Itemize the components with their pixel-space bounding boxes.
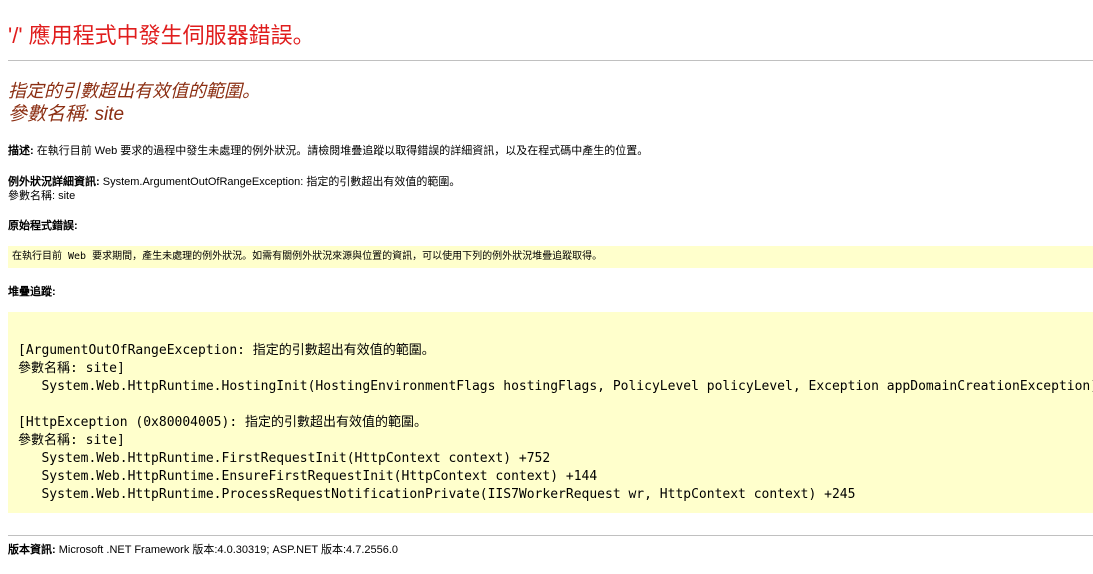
version-info-text: Microsoft .NET Framework 版本:4.0.30319; A… xyxy=(55,544,399,556)
description-label: 描述: xyxy=(8,145,34,157)
exception-details-section: 例外狀況詳細資訊: System.ArgumentOutOfRangeExcep… xyxy=(8,175,460,203)
page-title: '/' 應用程式中發生伺服器錯誤。 xyxy=(8,23,315,48)
error-param-name: 參數名稱: site xyxy=(8,104,125,125)
stack-trace-line: 參數名稱: site] xyxy=(18,361,125,376)
stack-trace-line: System.Web.HttpRuntime.HostingInit(Hosti… xyxy=(18,379,1093,394)
divider-bottom xyxy=(8,535,1093,536)
version-info-section: 版本資訊: Microsoft .NET Framework 版本:4.0.30… xyxy=(8,543,398,557)
stack-trace-line: System.Web.HttpRuntime.FirstRequestInit(… xyxy=(18,451,551,466)
error-message: 指定的引數超出有效值的範圍。 參數名稱: site xyxy=(8,79,260,127)
stack-trace-line: [ArgumentOutOfRangeException: 指定的引數超出有效值… xyxy=(18,343,435,358)
description-text: 在執行目前 Web 要求的過程中發生未處理的例外狀況。請檢閱堆疊追蹤以取得錯誤的… xyxy=(33,145,649,157)
exception-details-param: 參數名稱: site xyxy=(8,190,76,202)
source-error-section: 原始程式錯誤: xyxy=(8,219,78,233)
description-section: 描述: 在執行目前 Web 要求的過程中發生未處理的例外狀況。請檢閱堆疊追蹤以取… xyxy=(8,144,648,158)
source-error-box: 在執行目前 Web 要求期間，產生未處理的例外狀況。如需有關例外狀況來源與位置的… xyxy=(8,246,1093,268)
stack-trace-line: 參數名稱: site] xyxy=(18,433,125,448)
stack-trace-line: System.Web.HttpRuntime.EnsureFirstReques… xyxy=(18,469,598,484)
version-info-label: 版本資訊: xyxy=(8,544,56,556)
exception-details-text: System.ArgumentOutOfRangeException: 指定的引… xyxy=(99,176,461,188)
stack-trace-section: 堆疊追蹤: xyxy=(8,285,56,299)
exception-details-label: 例外狀況詳細資訊: xyxy=(8,176,100,188)
stack-trace-box: [ArgumentOutOfRangeException: 指定的引數超出有效值… xyxy=(8,312,1093,513)
error-message-text: 指定的引數超出有效值的範圍。 xyxy=(8,81,260,101)
exception-details-line: 例外狀況詳細資訊: System.ArgumentOutOfRangeExcep… xyxy=(8,175,460,189)
stack-trace-line: [HttpException (0x80004005): 指定的引數超出有效值的… xyxy=(18,415,427,430)
divider-top xyxy=(8,60,1093,61)
stack-trace-label: 堆疊追蹤: xyxy=(8,286,56,298)
stack-trace-line: System.Web.HttpRuntime.ProcessRequestNot… xyxy=(18,487,856,502)
source-error-text: 在執行目前 Web 要求期間，產生未處理的例外狀況。如需有關例外狀況來源與位置的… xyxy=(12,251,603,262)
stack-trace-text: [ArgumentOutOfRangeException: 指定的引數超出有效值… xyxy=(8,312,1093,504)
source-error-label: 原始程式錯誤: xyxy=(8,220,78,232)
